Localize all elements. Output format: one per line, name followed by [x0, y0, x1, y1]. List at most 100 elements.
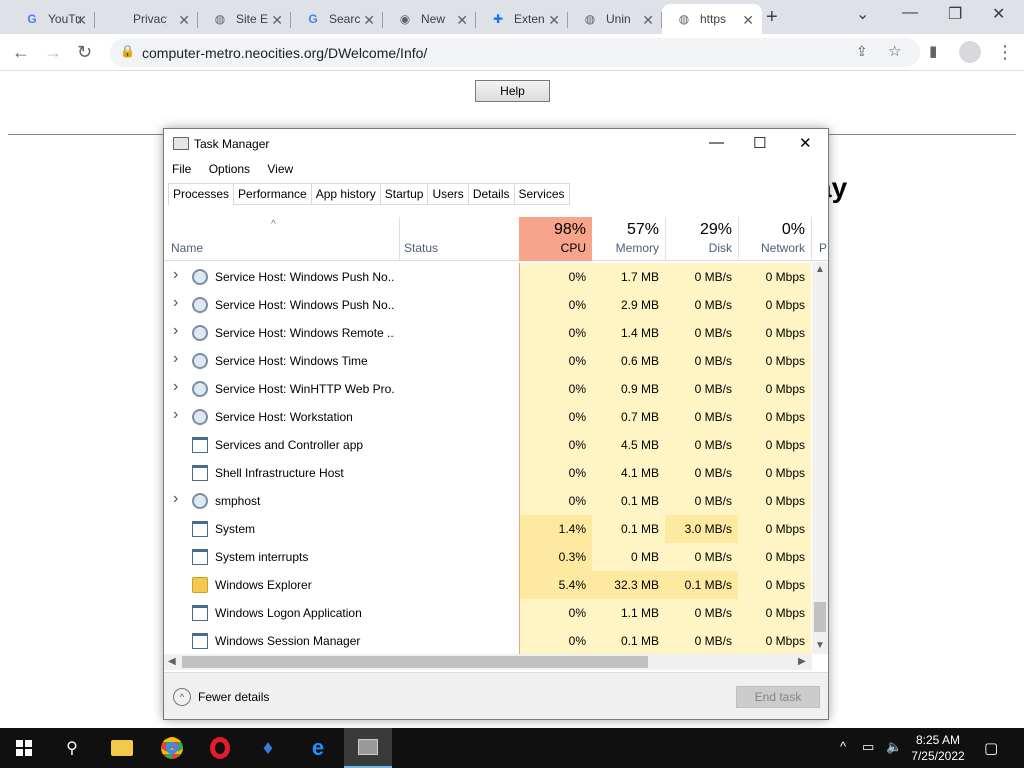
tab-details[interactable]: Details [468, 183, 515, 205]
help-button[interactable]: Help [475, 80, 550, 102]
tab-close-icon[interactable]: ✕ [178, 12, 190, 29]
column-power-partial[interactable]: P [814, 217, 828, 261]
reload-button[interactable]: ↻ [77, 42, 92, 63]
tab-services[interactable]: Services [514, 183, 570, 205]
tab-close-icon[interactable]: ✕ [271, 12, 283, 29]
expand-chevron-icon[interactable]: › [173, 350, 178, 368]
column-disk[interactable]: 29% Disk [665, 217, 738, 261]
tab-close-icon[interactable]: ✕ [642, 12, 654, 29]
column-separator[interactable] [811, 217, 812, 261]
process-row[interactable]: System 1.4% 0.1 MB 3.0 MB/s 0 Mbps [164, 515, 816, 543]
expand-chevron-icon[interactable]: › [173, 406, 178, 424]
process-row[interactable]: › Service Host: Windows Time 0% 0.6 MB 0 MB/… [164, 347, 816, 375]
menu-view[interactable]: View [267, 162, 293, 176]
expand-chevron-icon[interactable]: › [173, 490, 178, 508]
vertical-scroll-thumb[interactable] [814, 602, 826, 632]
bookmark-star-icon[interactable]: ☆ [888, 42, 901, 60]
browser-tab[interactable]: ◍ Unin ✕ [568, 4, 662, 34]
column-status[interactable]: Status [399, 217, 519, 261]
new-tab-button[interactable]: + [766, 6, 778, 29]
profile-avatar-icon[interactable] [959, 41, 981, 63]
scroll-right-arrow-icon[interactable]: ▶ [798, 656, 806, 667]
task-manager-taskbar-icon[interactable] [344, 728, 392, 768]
tab-close-icon[interactable]: ✕ [363, 12, 375, 29]
system-clock[interactable]: 8:25 AM 7/25/2022 [906, 732, 970, 764]
expand-chevron-icon[interactable]: › [173, 294, 178, 312]
menu-options[interactable]: Options [209, 162, 250, 176]
browser-tab[interactable]: Privacy er ✕ [95, 4, 198, 34]
side-panel-icon[interactable]: ▮ [929, 42, 937, 60]
back-button[interactable]: ← [12, 42, 30, 63]
minimize-button[interactable]: — [902, 4, 918, 22]
tab-close-icon[interactable]: ✕ [456, 12, 468, 29]
column-name[interactable]: Name [164, 217, 399, 261]
expand-chevron-icon[interactable]: › [173, 322, 178, 340]
fewer-details-link[interactable]: Fewer details [198, 690, 269, 704]
column-network[interactable]: 0% Network [738, 217, 811, 261]
process-row[interactable]: › Service Host: Workstation 0% 0.7 MB 0 MB/s… [164, 403, 816, 431]
process-row[interactable]: › Service Host: Windows Push No... 0% 1.7 M… [164, 263, 816, 291]
horizontal-scroll-thumb[interactable] [182, 656, 648, 668]
tab-close-icon[interactable]: ✕ [742, 12, 754, 29]
task-manager-titlebar[interactable]: Task Manager — ☐ ✕ [164, 129, 828, 159]
tm-close-button[interactable]: ✕ [799, 134, 812, 152]
browser-tab[interactable]: ◍ Site E ✕ [198, 4, 291, 34]
close-window-button[interactable]: ✕ [992, 4, 1005, 24]
app-icon[interactable]: ♦ [244, 728, 292, 768]
opera-icon[interactable] [196, 728, 244, 768]
tab-search-icon[interactable]: ⌄ [856, 4, 869, 24]
process-row[interactable]: › smphost 0% 0.1 MB 0 MB/s 0 Mbps [164, 487, 816, 515]
tm-maximize-button[interactable]: ☐ [753, 134, 766, 152]
tab-processes[interactable]: Processes [168, 183, 235, 205]
end-task-button[interactable]: End task [736, 686, 820, 708]
scroll-down-arrow-icon[interactable]: ▼ [815, 640, 825, 651]
search-icon[interactable]: ⚲ [48, 728, 96, 768]
tab-close-icon[interactable]: ✕ [75, 12, 87, 29]
vertical-scrollbar[interactable]: ▲ ▼ [812, 262, 828, 654]
show-hidden-icons-chevron-icon[interactable]: ^ [840, 739, 846, 754]
notification-center-icon[interactable]: ▢ [984, 739, 998, 757]
process-row[interactable]: Windows Explorer 5.4% 32.3 MB 0.1 MB/s 0 Mbp… [164, 571, 816, 599]
tab-app-history[interactable]: App history [311, 183, 381, 205]
restore-button[interactable]: ❐ [948, 4, 962, 24]
tab-users[interactable]: Users [428, 183, 469, 205]
process-row[interactable]: › Service Host: Windows Remote ... 0% 1.4 M… [164, 319, 816, 347]
network-icon[interactable]: ▭ [862, 739, 874, 755]
tab-close-icon[interactable]: ✕ [548, 12, 560, 29]
forward-button[interactable]: → [44, 42, 62, 63]
process-row[interactable]: System interrupts 0.3% 0 MB 0 MB/s 0 Mbps [164, 543, 816, 571]
browser-tab[interactable]: ◍ https ✕ [662, 4, 762, 34]
menu-file[interactable]: File [172, 162, 191, 176]
tab-startup[interactable]: Startup [380, 183, 429, 205]
browser-tab[interactable]: ✚ Exten ✕ [476, 4, 568, 34]
tm-minimize-button[interactable]: — [709, 134, 724, 151]
browser-tab[interactable]: G YouTu ✕ [10, 4, 95, 34]
chrome-menu-icon[interactable]: ⋮ [996, 42, 1014, 63]
start-button[interactable] [0, 728, 48, 768]
expand-chevron-icon[interactable]: › [173, 266, 178, 284]
lock-icon[interactable]: 🔒 [120, 44, 135, 58]
horizontal-scrollbar[interactable]: ◀ ▶ [164, 654, 812, 670]
tab-performance[interactable]: Performance [234, 183, 312, 205]
process-row[interactable]: › Service Host: WinHTTP Web Pro... 0% 0.9 M… [164, 375, 816, 403]
chrome-taskbar-icon[interactable] [148, 728, 196, 768]
scroll-up-arrow-icon[interactable]: ▲ [815, 264, 825, 275]
column-memory[interactable]: 57% Memory [592, 217, 665, 261]
address-bar[interactable]: 🔒 computer-metro.neocities.org/DWelcome/… [110, 38, 920, 67]
volume-icon[interactable]: 🔈 [886, 739, 902, 755]
process-row[interactable]: Services and Controller app 0% 4.5 MB 0 MB/… [164, 431, 816, 459]
collapse-chevron-icon[interactable]: ^ [173, 688, 191, 706]
internet-explorer-icon[interactable]: e [294, 728, 342, 768]
process-row[interactable]: › Service Host: Windows Push No... 0% 2.9 M… [164, 291, 816, 319]
process-row[interactable]: Windows Session Manager 0% 0.1 MB 0 MB/s 0 M… [164, 627, 816, 654]
url-text[interactable]: computer-metro.neocities.org/DWelcome/In… [142, 45, 427, 61]
process-row[interactable]: Shell Infrastructure Host 0% 4.1 MB 0 MB/s 0… [164, 459, 816, 487]
browser-tab[interactable]: G Searc ✕ [291, 4, 383, 34]
expand-chevron-icon[interactable]: › [173, 378, 178, 396]
process-row[interactable]: Windows Logon Application 0% 1.1 MB 0 MB/s 0… [164, 599, 816, 627]
column-cpu[interactable]: 98% CPU [519, 217, 592, 261]
file-explorer-icon[interactable] [98, 728, 146, 768]
scroll-left-arrow-icon[interactable]: ◀ [168, 656, 176, 667]
browser-tab[interactable]: ◉ New ✕ [383, 4, 476, 34]
share-icon[interactable]: ⇪ [856, 43, 868, 60]
